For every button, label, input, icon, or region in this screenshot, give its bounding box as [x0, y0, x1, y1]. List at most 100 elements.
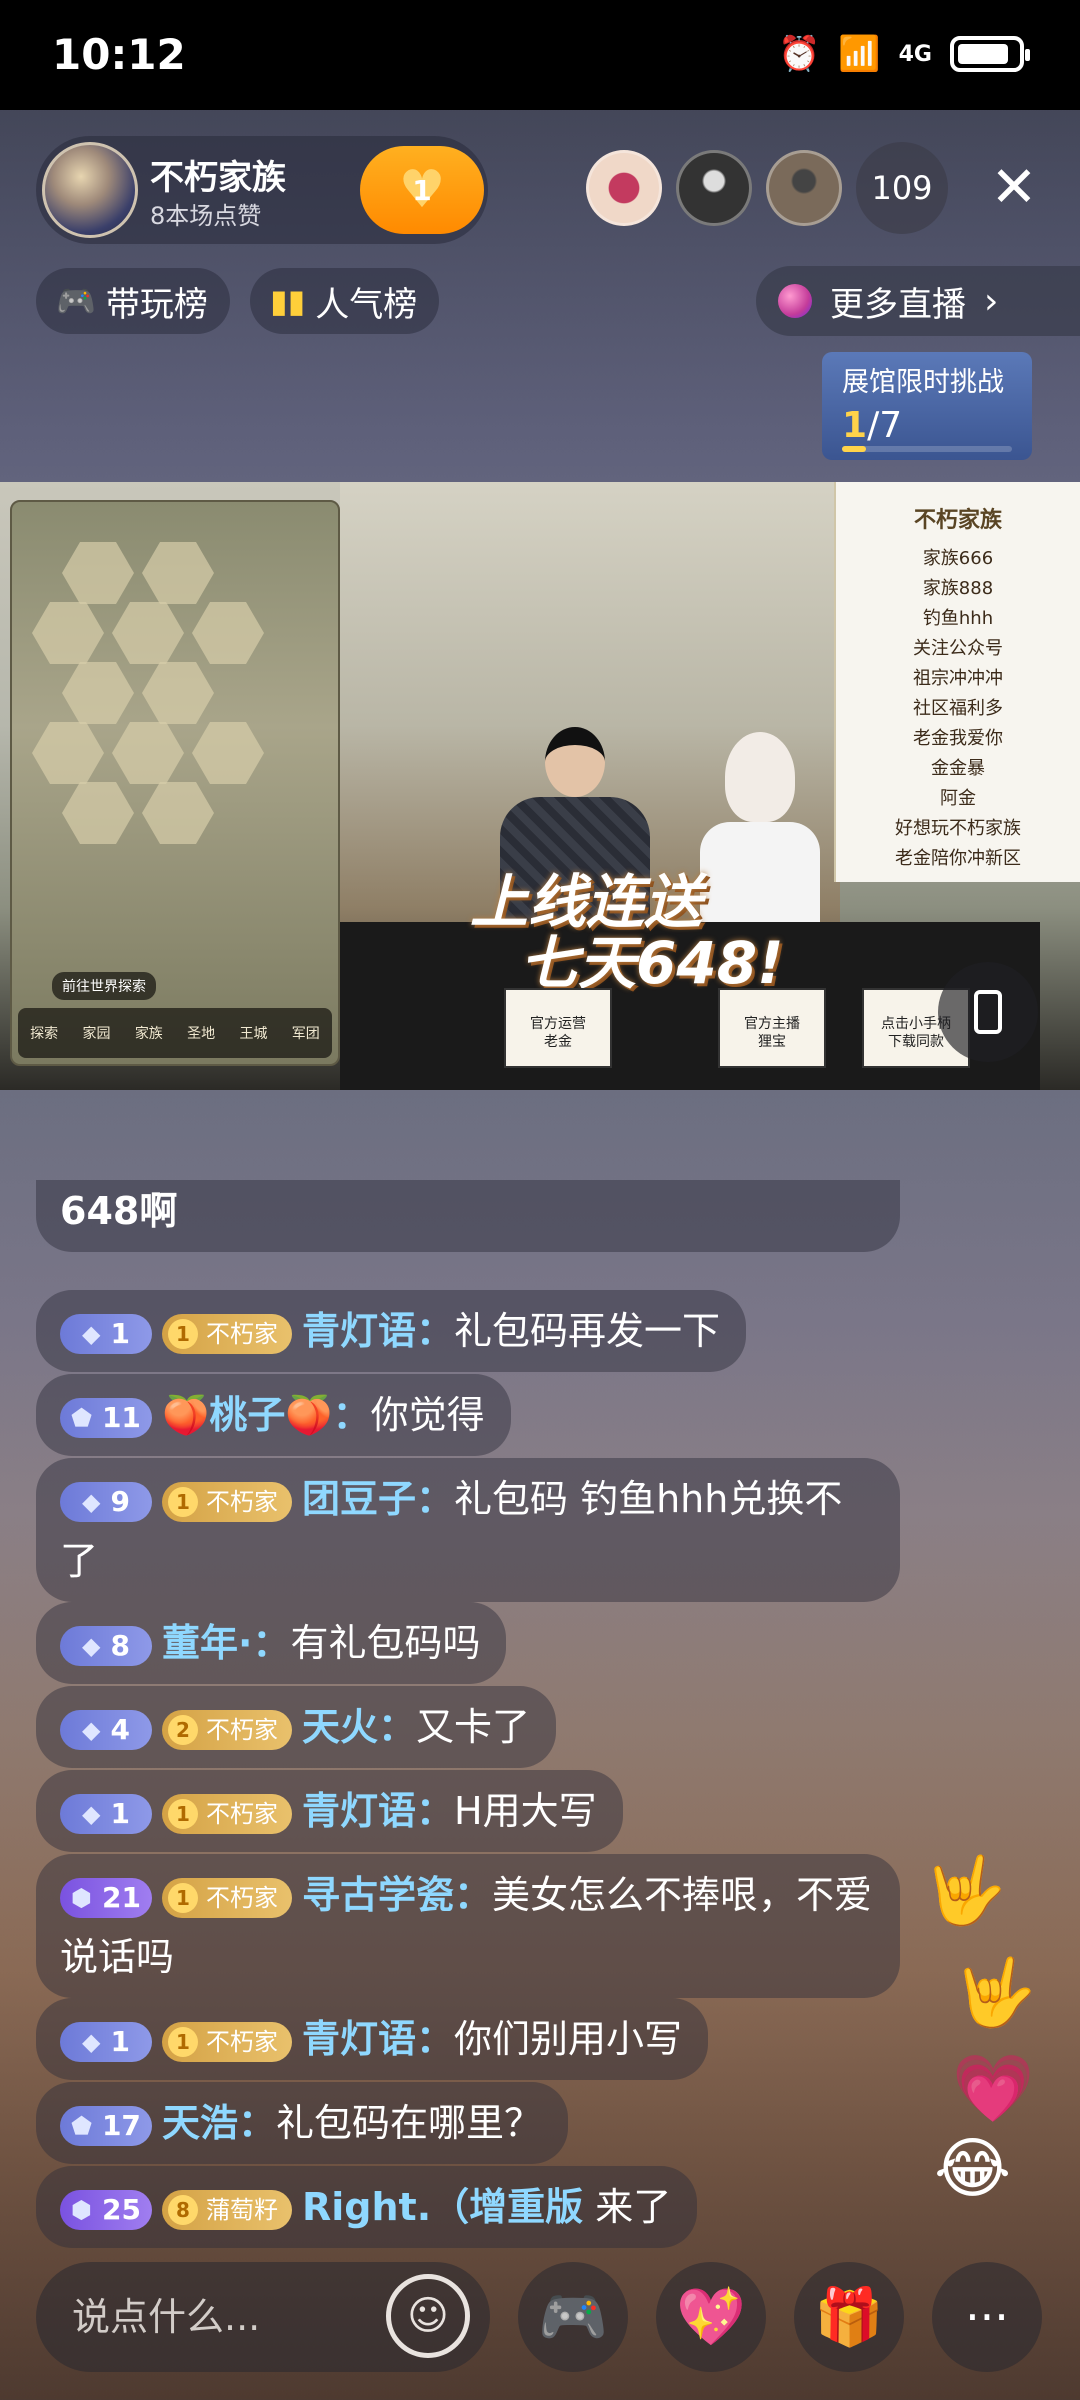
- fan-level: 1: [168, 2026, 198, 2057]
- like-button[interactable]: 💖: [656, 2262, 766, 2372]
- chat-nickname[interactable]: 青灯语：: [302, 1309, 454, 1353]
- pentagon-icon: ⬟: [71, 2111, 92, 2140]
- viewer-avatar[interactable]: [676, 150, 752, 226]
- game-tab: 家族: [134, 1026, 163, 1042]
- rotate-screen-button[interactable]: [938, 962, 1038, 1062]
- chat-text: 648啊: [60, 1189, 178, 1233]
- laughing-emoji: 😂: [934, 2130, 1012, 2207]
- chat-text: 又卡了: [416, 1705, 531, 1749]
- chat-nickname[interactable]: 天火：: [302, 1705, 416, 1749]
- fan-name: 不朽家: [206, 1319, 278, 1348]
- diamond-icon: ◆: [82, 2027, 101, 2056]
- game-tab: 王城: [239, 1026, 268, 1042]
- diamond-icon: ◆: [82, 1631, 101, 1660]
- chat-message: ⬟ 11 🍑桃子🍑：你觉得: [36, 1374, 511, 1456]
- popular-rank-chip[interactable]: ▮▮ 人气榜: [250, 268, 440, 334]
- banner-line: 社区福利多: [913, 698, 1003, 719]
- banner-line: 金金暴: [931, 758, 985, 779]
- diamond-icon: ◆: [82, 1799, 101, 1828]
- banner-line: 家族888: [922, 578, 994, 599]
- fan-name: 不朽家: [206, 2027, 278, 2056]
- game-button[interactable]: 🎮: [518, 2262, 628, 2372]
- follow-count: 1: [412, 173, 432, 207]
- status-time: 10:12: [52, 30, 186, 79]
- stream-banner: 不朽家族 家族666 家族888 钓鱼hhh 关注公众号 祖宗冲冲冲 社区福利多…: [834, 482, 1080, 882]
- challenge-progress-bar: [842, 446, 1012, 452]
- level-number: 11: [101, 1400, 141, 1434]
- play-rank-label: 带玩榜: [105, 284, 208, 325]
- fan-badge: 1 不朽家: [162, 1793, 292, 1834]
- fan-level: 1: [168, 1798, 198, 1829]
- fan-level: 1: [168, 1486, 198, 1517]
- more-button[interactable]: ···: [932, 2262, 1042, 2372]
- fan-badge: 1 不朽家: [162, 1877, 292, 1918]
- chat-text: 有礼包码吗: [290, 1621, 481, 1665]
- viewer-count[interactable]: 109: [856, 142, 948, 234]
- popular-rank-label: 人气榜: [315, 284, 418, 325]
- chat-text: 你觉得: [370, 1393, 485, 1437]
- level-number: 8: [110, 1628, 130, 1662]
- gamepad-icon: 🎮: [56, 282, 96, 320]
- chat-nickname[interactable]: 天浩：: [162, 2101, 276, 2145]
- challenge-current: 1: [842, 405, 868, 446]
- level-badge: ⬢ 21: [60, 1877, 152, 1918]
- chat-nickname[interactable]: 青灯语：: [302, 2017, 454, 2061]
- hexagon-icon: ⬢: [71, 1883, 92, 1912]
- chat-message: ◆ 4 2 不朽家 天火：又卡了: [36, 1686, 557, 1768]
- promo-text: 上线连送 七天648!: [470, 872, 784, 994]
- chat-text: 礼包码在哪里？: [276, 2101, 543, 2145]
- chat-nickname[interactable]: Right.（增重版: [302, 2185, 583, 2229]
- fan-name: 蒲萄籽: [206, 2195, 278, 2224]
- fan-level: 8: [168, 2194, 198, 2225]
- fan-level: 1: [168, 1318, 198, 1349]
- gift-button[interactable]: 🎁: [794, 2262, 904, 2372]
- challenge-progress-fill: [842, 446, 867, 452]
- banner-line: 好想玩不朽家族: [895, 818, 1021, 839]
- fan-name: 不朽家: [206, 1715, 278, 1744]
- emoji-button[interactable]: ☺: [386, 2274, 470, 2358]
- chat-message: ◆ 8 董年·：有礼包码吗: [36, 1602, 507, 1684]
- fan-level: 2: [168, 1714, 198, 1745]
- more-live-button[interactable]: 更多直播 ›: [756, 266, 1080, 336]
- chat-text: H用大写: [454, 1789, 597, 1833]
- chat-text: 礼包码再发一下: [454, 1309, 721, 1353]
- chat-text: 你们别用小写: [454, 2017, 683, 2061]
- rotate-icon: [974, 990, 1002, 1034]
- rock-hand-emoji: 🤟: [924, 1852, 1007, 1929]
- network-label: 4G: [898, 41, 932, 67]
- level-number: 25: [101, 2192, 141, 2226]
- status-icons: ⏰ 📶 4G: [778, 34, 1030, 74]
- play-rank-chip[interactable]: 🎮 带玩榜: [36, 268, 230, 334]
- status-bar: 10:12 ⏰ 📶 4G: [0, 0, 1080, 110]
- planet-icon: [778, 284, 812, 318]
- viewer-avatar[interactable]: [586, 150, 662, 226]
- game-tab: 探索: [30, 1026, 59, 1042]
- game-tabs: 探索 家园 家族 圣地 王城 军团: [18, 1008, 332, 1058]
- banner-line: 祖宗冲冲冲: [913, 668, 1003, 689]
- chat-nickname[interactable]: 团豆子：: [302, 1477, 454, 1521]
- host-avatar[interactable]: [42, 142, 138, 238]
- chat-nickname[interactable]: 🍑桃子🍑：: [162, 1393, 371, 1437]
- level-number: 1: [110, 2024, 130, 2058]
- close-icon[interactable]: ✕: [984, 158, 1044, 218]
- game-screen: 前往世界探索 探索 家园 家族 圣地 王城 军团: [10, 500, 340, 1066]
- battery-icon: [950, 36, 1030, 72]
- chevron-right-icon: ›: [984, 280, 999, 322]
- chat-nickname[interactable]: 寻古学瓷：: [302, 1873, 492, 1917]
- viewer-avatar[interactable]: [766, 150, 842, 226]
- fan-name: 不朽家: [206, 1799, 278, 1828]
- fan-badge: 1 不朽家: [162, 1313, 292, 1354]
- level-number: 1: [110, 1316, 130, 1350]
- challenge-card[interactable]: 展馆限时挑战 1/7: [822, 352, 1032, 460]
- fan-name: 不朽家: [206, 1883, 278, 1912]
- level-number: 9: [110, 1484, 130, 1518]
- chat-nickname[interactable]: 青灯语：: [302, 1789, 454, 1833]
- fan-name: 不朽家: [206, 1487, 278, 1516]
- level-badge: ◆ 4: [60, 1709, 152, 1750]
- chat-nickname[interactable]: 董年·：: [162, 1621, 290, 1665]
- follow-button[interactable]: ♥ 1: [360, 146, 484, 234]
- bar-chart-icon: ▮▮: [270, 282, 306, 320]
- host-likes: 8本场点赞: [150, 202, 262, 230]
- live-video[interactable]: 前往世界探索 探索 家园 家族 圣地 王城 军团 上线连送 七天648! 官方运…: [0, 482, 1080, 1090]
- pentagon-icon: ⬟: [71, 1403, 92, 1432]
